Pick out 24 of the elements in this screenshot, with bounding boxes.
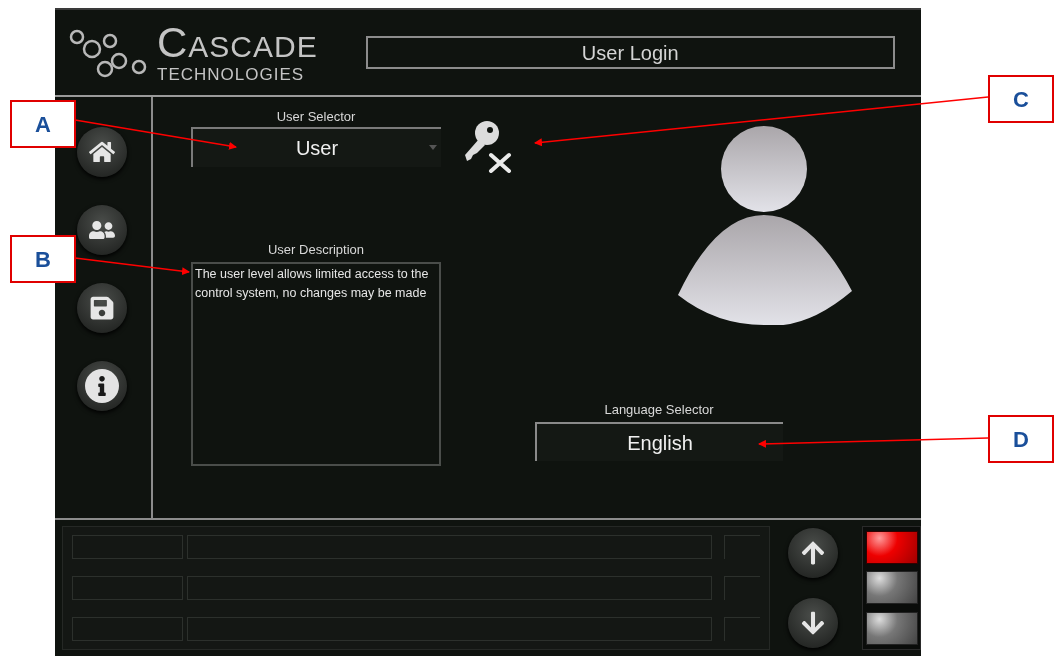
window-title: User Login <box>365 36 895 69</box>
callout-label: D <box>988 415 1054 463</box>
info-icon <box>85 369 119 403</box>
language-dropdown[interactable]: English <box>535 422 783 461</box>
callout-label: B <box>10 235 76 283</box>
scroll-down-button[interactable] <box>788 598 838 648</box>
callout-label: A <box>10 100 76 148</box>
user-dropdown[interactable]: User <box>191 127 441 167</box>
caret-icon <box>429 145 437 150</box>
arrow-down-icon <box>800 610 826 636</box>
users-button[interactable] <box>77 205 127 255</box>
save-button[interactable] <box>77 283 127 333</box>
callout-label: C <box>988 75 1054 123</box>
logo-subtitle: TECHNOLOGIES <box>157 66 306 83</box>
arrow-up-icon <box>800 540 826 566</box>
logo-name: CASCADE <box>157 22 318 64</box>
scroll-up-button[interactable] <box>788 528 838 578</box>
field-label: User Description <box>266 241 366 259</box>
home-icon <box>89 139 115 165</box>
home-button[interactable] <box>77 127 127 177</box>
info-button[interactable] <box>77 361 127 411</box>
field-label: Language Selector <box>603 401 715 419</box>
field-label: User Selector <box>275 108 357 126</box>
description-field[interactable]: The user level allows limited access to the control system, no changes may be made <box>191 262 441 466</box>
